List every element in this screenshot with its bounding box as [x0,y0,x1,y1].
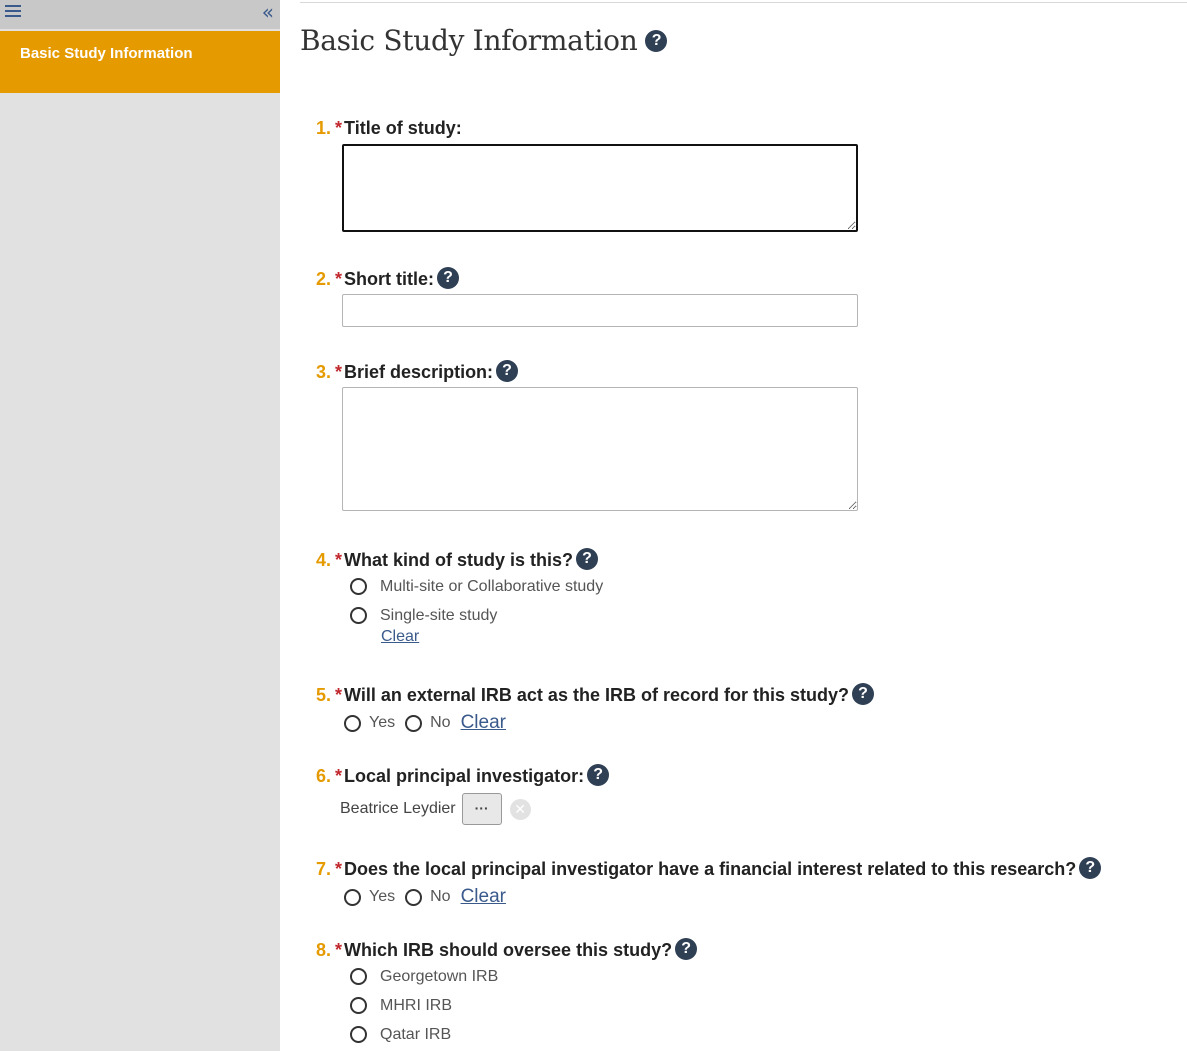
required-marker: * [335,940,343,960]
radio-button[interactable] [350,578,367,596]
radio-group-financial-interest: Yes No Clear [344,886,1101,908]
help-icon[interactable]: ? [437,267,460,290]
radio-yes[interactable] [344,888,361,906]
pi-name: Beatrice Leydier [340,800,456,818]
radio-label: No [430,714,451,732]
remove-pi-icon[interactable]: ✕ [509,798,531,820]
required-marker: * [335,766,343,786]
question-number: 2. [316,269,332,289]
question-oversight-irb: 8. * Which IRB should oversee this study??… [316,938,698,1049]
required-marker: * [335,685,343,705]
question-number: 3. [316,362,332,382]
pi-selector: Beatrice Leydier ··· ✕ [340,793,609,826]
page-title: Basic Study Information? [300,24,668,57]
top-divider [300,2,1187,3]
question-financial-interest: 7. * Does the local principal investigator… [316,857,1102,908]
required-marker: * [335,269,343,289]
question-text: Which IRB should oversee this study? [344,940,673,960]
question-text: Does the local principal investigator ha… [344,859,1077,879]
help-icon[interactable]: ? [587,764,610,787]
radio-no[interactable] [405,888,423,906]
main-content: Basic Study Information? 1. * Title of stu… [280,0,1187,1051]
question-text: Brief description: [344,362,494,382]
short-title-field[interactable] [342,294,858,328]
collapse-sidebar-icon[interactable]: « [262,2,274,22]
radio-label: Qatar IRB [380,1025,452,1043]
question-label: 6. * Local principal investigator:? [316,764,610,788]
required-marker: * [335,550,343,570]
question-external-irb: 5. * Will an external IRB act as the IRB o… [316,683,874,734]
clear-link[interactable]: Clear [381,628,419,645]
brief-description-field[interactable] [342,387,858,512]
help-icon[interactable]: ? [675,938,698,961]
question-label: 7. * Does the local principal investigator… [316,857,1102,881]
radio-label: Yes [369,888,396,906]
hamburger-menu-icon[interactable] [5,5,21,19]
clear-link[interactable]: Clear [461,886,506,908]
question-brief-description: 3. * Brief description:? [316,360,858,512]
question-number: 8. [316,940,332,960]
help-icon[interactable]: ? [1079,857,1102,880]
radio-group-external-irb: Yes No Clear [344,712,874,734]
required-marker: * [335,859,343,879]
sidebar: « Basic Study Information [0,0,280,1051]
question-number: 6. [316,766,332,786]
question-local-pi: 6. * Local principal investigator:? Beatri… [316,764,610,826]
radio-label: Georgetown IRB [380,967,499,985]
radio-no[interactable] [405,714,423,732]
radio-option-qatar-irb[interactable]: Qatar IRB [350,1020,697,1049]
question-label: 1. * Title of study: [316,118,858,139]
question-label: 8. * Which IRB should oversee this study?? [316,938,698,962]
question-text: What kind of study is this? [344,550,574,570]
radio-label: Yes [369,714,396,732]
question-number: 4. [316,550,332,570]
radio-label: No [430,888,451,906]
question-label: 5. * Will an external IRB act as the IRB o… [316,683,874,707]
sidebar-toolbar: « [0,0,280,29]
question-number: 7. [316,859,332,879]
question-text: Title of study: [344,118,462,138]
required-marker: * [335,118,343,138]
question-label: 4. * What kind of study is this?? [316,548,603,572]
required-marker: * [335,362,343,382]
sidebar-item-basic-study-information[interactable]: Basic Study Information [0,31,280,93]
radio-option-single-site[interactable]: Single-site study [350,601,603,630]
question-text: Local principal investigator: [344,766,585,786]
radio-button[interactable] [350,607,367,625]
question-short-title: 2. * Short title:? [316,267,858,328]
select-pi-button[interactable]: ··· [461,793,502,826]
question-number: 5. [316,685,332,705]
question-text: Will an external IRB act as the IRB of r… [344,685,849,705]
clear-link[interactable]: Clear [461,712,506,734]
help-icon[interactable]: ? [496,360,519,383]
question-label: 3. * Brief description:? [316,360,858,384]
page-title-text: Basic Study Information [300,24,638,57]
radio-option-mhri-irb[interactable]: MHRI IRB [350,991,697,1020]
help-icon[interactable]: ? [576,548,599,571]
help-icon[interactable]: ? [645,29,668,52]
radio-button[interactable] [350,997,367,1015]
question-kind-of-study: 4. * What kind of study is this?? Multi-si… [316,548,603,646]
radio-button[interactable] [350,1026,367,1044]
radio-button[interactable] [350,968,367,986]
question-title-of-study: 1. * Title of study: [316,118,858,232]
radio-option-georgetown-irb[interactable]: Georgetown IRB [350,962,697,991]
question-label: 2. * Short title:? [316,267,858,291]
radio-label: Single-site study [380,606,498,624]
radio-label: MHRI IRB [380,996,452,1014]
radio-label: Multi-site or Collaborative study [380,577,604,595]
help-icon[interactable]: ? [851,683,874,706]
question-number: 1. [316,118,332,138]
question-text: Short title: [344,269,435,289]
radio-yes[interactable] [344,714,361,732]
title-of-study-field[interactable] [342,144,858,232]
radio-option-multi-site[interactable]: Multi-site or Collaborative study [350,572,603,601]
